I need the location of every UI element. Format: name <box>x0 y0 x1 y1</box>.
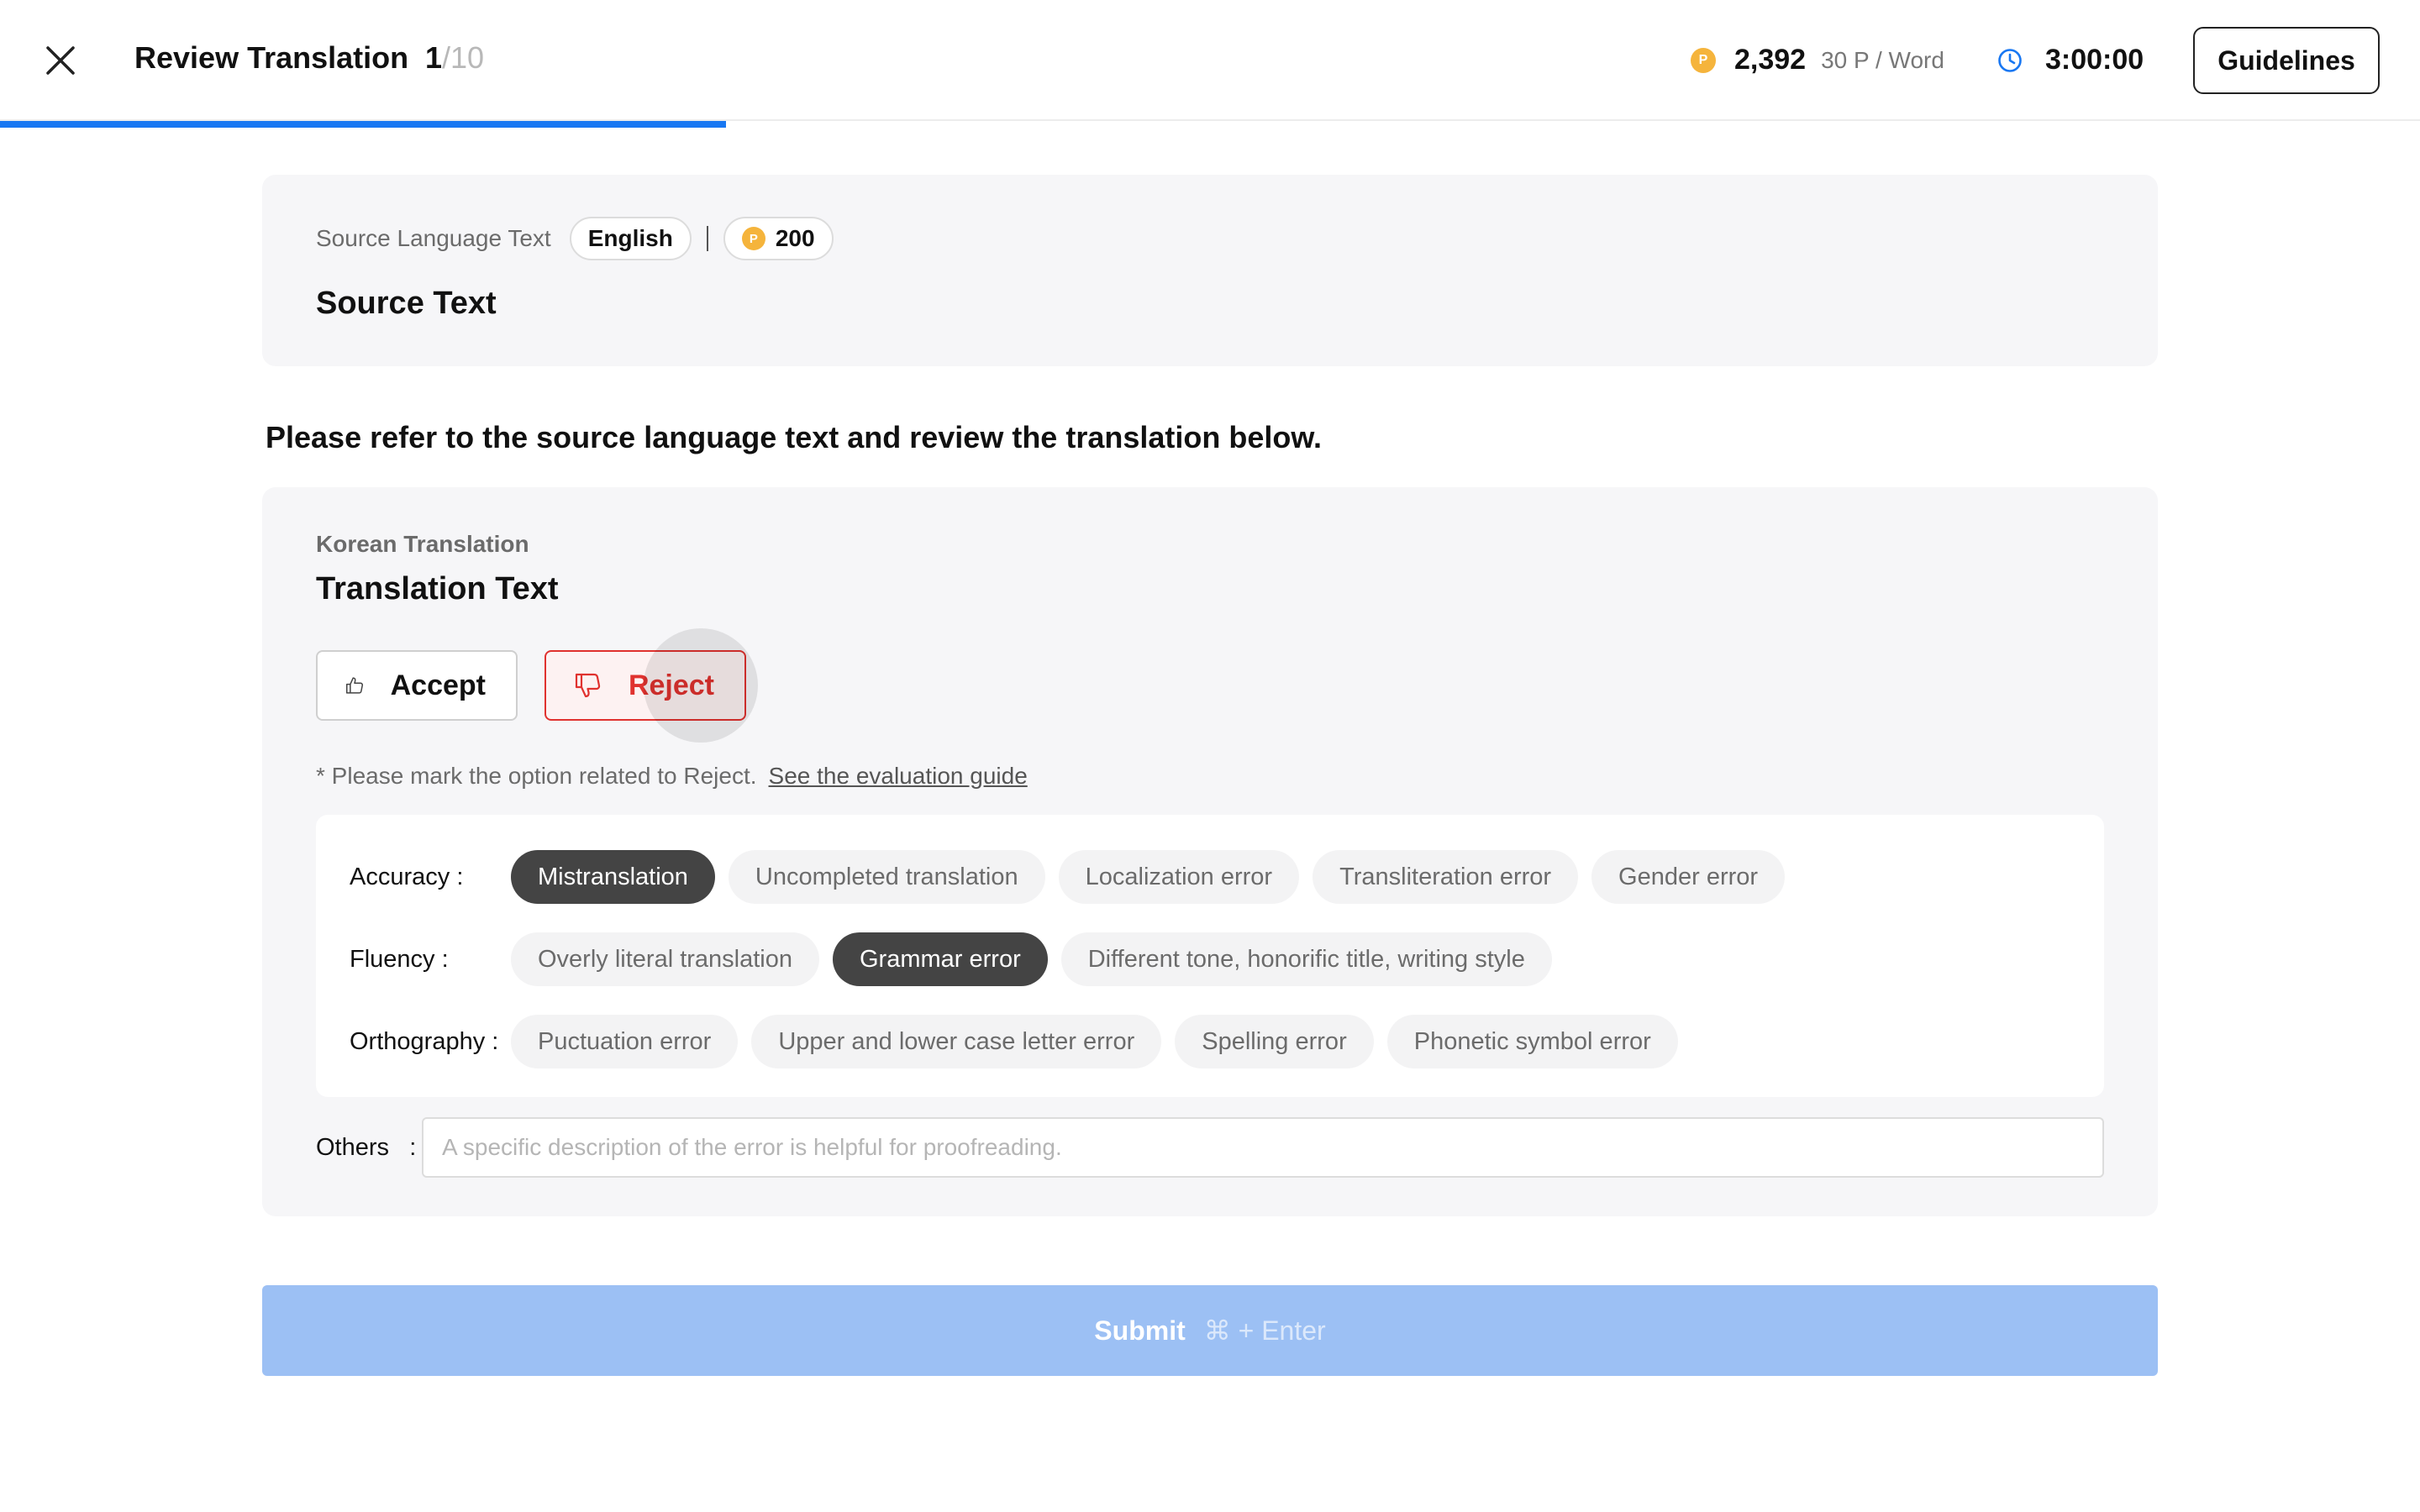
timer-value: 3:00:00 <box>2045 44 2144 76</box>
others-row: Others : <box>316 1117 2104 1178</box>
others-colon: : <box>409 1133 417 1161</box>
translation-label: Korean Translation <box>316 531 529 557</box>
error-category-label: Orthography : <box>350 1027 499 1055</box>
error-option-chip[interactable]: Uncompleted translation <box>728 850 1045 904</box>
clock-icon <box>1998 48 2022 72</box>
coin-icon: P <box>1691 47 1716 73</box>
error-option-chip[interactable]: Upper and lower case letter error <box>751 1015 1162 1068</box>
thumbs-down-icon <box>575 673 601 698</box>
thumbs-up-icon <box>345 677 364 694</box>
error-option-chip[interactable]: Overly literal translation <box>511 932 819 986</box>
others-input[interactable] <box>422 1117 2104 1178</box>
top-bar: Review Translation 1/10 P 2,392 30 P / W… <box>0 0 2420 121</box>
credit-badge: P 200 <box>723 217 834 260</box>
submit-shortcut: ⌘ + Enter <box>1203 1315 1326 1346</box>
error-option-chip[interactable]: Transliteration error <box>1313 850 1579 904</box>
points-rate: 30 P / Word <box>1821 46 1944 73</box>
error-category-label: Accuracy : <box>350 863 464 890</box>
submit-button[interactable]: Submit ⌘ + Enter <box>262 1285 2158 1376</box>
error-option-chip[interactable]: Mistranslation <box>511 850 715 904</box>
error-category-row: Accuracy : Mistranslation Uncompleted tran… <box>350 850 1798 904</box>
source-text: Source Text <box>316 286 497 321</box>
reject-label: Reject <box>628 669 714 701</box>
language-badge: English <box>569 217 692 260</box>
error-option-chip[interactable]: Grammar error <box>833 932 1048 986</box>
page-title: Review Translation <box>134 40 409 75</box>
translation-text: Translation Text <box>316 571 559 606</box>
evaluation-guide-link[interactable]: See the evaluation guide <box>769 763 1028 789</box>
close-button[interactable] <box>37 37 84 84</box>
points-value: 2,392 <box>1734 44 1807 76</box>
reject-button[interactable]: Reject <box>544 650 746 721</box>
others-label-text: Others <box>316 1133 390 1161</box>
credit-value: 200 <box>775 225 815 251</box>
progress-current: 1 <box>425 40 443 75</box>
error-option-chip[interactable]: Different tone, honorific title, writing… <box>1060 932 1552 986</box>
points-display: P 2,392 30 P / Word <box>1691 44 1944 76</box>
error-category-label: Fluency : <box>350 945 449 973</box>
source-header: Source Language Text English P 200 <box>316 217 834 260</box>
reject-hint-text: * Please mark the option related to Reje… <box>316 763 757 789</box>
error-option-chip[interactable]: Spelling error <box>1175 1015 1374 1068</box>
coin-icon: P <box>741 227 765 250</box>
reject-hint: * Please mark the option related to Reje… <box>316 763 1028 790</box>
progress-bar <box>0 121 726 128</box>
others-label: Others : <box>316 1134 422 1162</box>
close-icon <box>46 46 75 75</box>
progress-total: /10 <box>442 40 485 75</box>
instruction-text: Please refer to the source language text… <box>266 420 1323 454</box>
guidelines-button[interactable]: Guidelines <box>2193 27 2380 94</box>
source-label: Source Language Text <box>316 225 551 251</box>
error-option-chip[interactable]: Puctuation error <box>511 1015 739 1068</box>
error-option-chip[interactable]: Phonetic symbol error <box>1386 1015 1678 1068</box>
translation-card: Korean Translation Translation Text Acce… <box>262 487 2158 1216</box>
divider <box>706 226 708 251</box>
source-card: Source Language Text English P 200 Sourc… <box>262 175 2158 366</box>
timer-display: 3:00:00 <box>1996 44 2144 76</box>
error-category-row: Fluency : Overly literal translation Gramm… <box>350 932 1565 986</box>
error-option-chip[interactable]: Localization error <box>1058 850 1300 904</box>
error-options-panel: Accuracy : Mistranslation Uncompleted tran… <box>316 815 2104 1097</box>
submit-label: Submit <box>1094 1315 1186 1346</box>
accept-label: Accept <box>390 669 486 701</box>
accept-button[interactable]: Accept <box>316 650 518 721</box>
progress-counter: 1/10 <box>425 40 484 76</box>
error-option-chip[interactable]: Gender error <box>1591 850 1786 904</box>
error-category-row: Orthography : Puctuation error Upper and l… <box>350 1015 1691 1068</box>
decision-buttons: Accept Reject <box>316 650 746 721</box>
